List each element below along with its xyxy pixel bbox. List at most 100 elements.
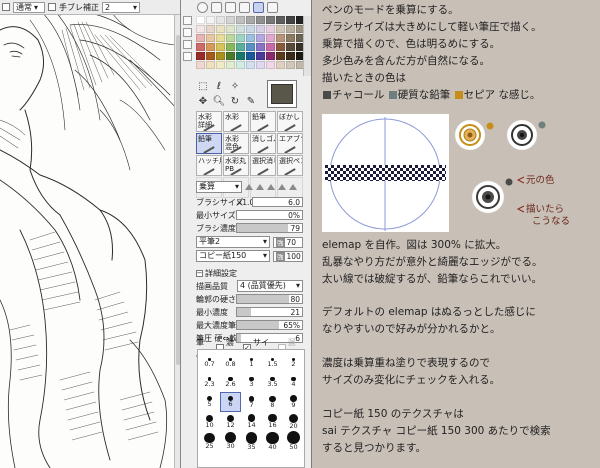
- color-swatch[interactable]: [256, 43, 265, 51]
- brush-tool[interactable]: 水彩: [223, 111, 249, 132]
- rgb-slider-tab[interactable]: [211, 2, 222, 13]
- size-preset[interactable]: 35: [241, 431, 262, 451]
- canvas-scrollbar[interactable]: [174, 15, 180, 468]
- size-preset[interactable]: 1.5: [262, 353, 283, 373]
- color-swatch[interactable]: [246, 25, 255, 33]
- size-preset[interactable]: 0.8: [220, 353, 241, 373]
- color-swatch[interactable]: [216, 43, 225, 51]
- color-swatch[interactable]: [276, 61, 285, 69]
- color-swatch[interactable]: [236, 43, 245, 51]
- brush-tool[interactable]: ぼかし: [277, 111, 303, 132]
- brush-shape-select[interactable]: 平筆2 ▾: [196, 236, 270, 248]
- scratch-tab[interactable]: [267, 2, 278, 13]
- color-swatch[interactable]: [216, 61, 225, 69]
- swatch-tab[interactable]: [253, 2, 264, 13]
- brush-tool[interactable]: 水彩丸 PB: [223, 155, 249, 176]
- brush-tool[interactable]: 水彩 詳細: [196, 111, 222, 132]
- color-swatch[interactable]: [206, 43, 215, 51]
- color-swatch[interactable]: [276, 43, 285, 51]
- color-swatch[interactable]: [226, 16, 235, 24]
- brush-blend-select[interactable]: 乗算 ▾: [196, 180, 242, 193]
- brush-tool[interactable]: 水彩 混色: [223, 133, 249, 154]
- lasso-icon[interactable]: ℓ: [212, 80, 226, 93]
- zoom-icon[interactable]: 🔍︎: [212, 95, 226, 108]
- color-swatch[interactable]: [196, 25, 205, 33]
- color-wheel-tab[interactable]: [197, 2, 208, 13]
- color-swatch[interactable]: [286, 61, 295, 69]
- color-swatch[interactable]: [196, 34, 205, 42]
- hardness-slider[interactable]: 80: [236, 294, 303, 304]
- color-swatch[interactable]: [266, 43, 275, 51]
- texture-select[interactable]: コピー紙150 ▾: [196, 250, 270, 262]
- magic-wand-icon[interactable]: ✧: [228, 80, 242, 93]
- stabilizer-dropdown[interactable]: 2 ▾: [102, 1, 140, 13]
- size-preset[interactable]: 20: [283, 412, 304, 432]
- color-swatch[interactable]: [226, 34, 235, 42]
- foreground-color-preview[interactable]: [267, 80, 297, 108]
- brush-shape-icon[interactable]: [245, 183, 253, 190]
- color-swatch[interactable]: [236, 61, 245, 69]
- side-toggle-2[interactable]: [183, 28, 192, 37]
- color-swatch[interactable]: [196, 52, 205, 60]
- blend-mode-dropdown[interactable]: 通常 ▾: [13, 1, 45, 13]
- color-swatch[interactable]: [266, 52, 275, 60]
- color-swatch[interactable]: [246, 61, 255, 69]
- brush-tool[interactable]: 消しゴム: [250, 133, 276, 154]
- size-preset[interactable]: 10: [199, 412, 220, 432]
- size-preset[interactable]: 5: [199, 392, 220, 412]
- color-swatch[interactable]: [276, 34, 285, 42]
- color-swatch[interactable]: [256, 25, 265, 33]
- color-swatch[interactable]: [266, 16, 275, 24]
- color-swatch[interactable]: [236, 16, 245, 24]
- color-swatch[interactable]: [276, 52, 285, 60]
- color-swatch[interactable]: [226, 43, 235, 51]
- size-preset[interactable]: 2.3: [199, 373, 220, 393]
- color-swatch[interactable]: [236, 25, 245, 33]
- color-swatch[interactable]: [246, 34, 255, 42]
- size-preset[interactable]: 2: [283, 353, 304, 373]
- collapse-icon[interactable]: −: [196, 269, 203, 277]
- rotate-icon[interactable]: ↻: [228, 95, 242, 108]
- color-swatch[interactable]: [256, 52, 265, 60]
- hsv-slider-tab[interactable]: [225, 2, 236, 13]
- brush-shape-strength[interactable]: 強 70: [273, 236, 303, 248]
- color-swatch[interactable]: [276, 25, 285, 33]
- color-swatch[interactable]: [206, 16, 215, 24]
- color-swatch[interactable]: [286, 43, 295, 51]
- detail-settings-header[interactable]: − 詳細設定: [196, 268, 303, 278]
- side-toggle-1[interactable]: [183, 16, 192, 25]
- color-swatch[interactable]: [216, 52, 225, 60]
- size-preset[interactable]: 40: [262, 431, 283, 451]
- side-toggle-3[interactable]: [183, 40, 192, 49]
- size-preset[interactable]: 8: [262, 392, 283, 412]
- color-swatch[interactable]: [206, 61, 215, 69]
- size-preset[interactable]: 16: [262, 412, 283, 432]
- color-swatch[interactable]: [216, 25, 225, 33]
- color-swatch[interactable]: [226, 61, 235, 69]
- stabilizer-checkbox[interactable]: [48, 3, 56, 11]
- color-swatch[interactable]: [276, 16, 285, 24]
- brush-tool[interactable]: 選択ペン: [277, 155, 303, 176]
- color-swatch[interactable]: [286, 16, 295, 24]
- color-swatch[interactable]: [236, 34, 245, 42]
- toolbar-checkbox[interactable]: [2, 3, 10, 11]
- size-preset[interactable]: 0.7: [199, 353, 220, 373]
- color-swatch[interactable]: [196, 61, 205, 69]
- color-swatch[interactable]: [206, 25, 215, 33]
- eyedropper-icon[interactable]: ✎: [244, 95, 258, 108]
- brush-tool[interactable]: ハッチ用: [196, 155, 222, 176]
- size-preset[interactable]: 2.6: [220, 373, 241, 393]
- size-preset[interactable]: 12: [220, 412, 241, 432]
- brush-shape-icon[interactable]: [278, 183, 286, 190]
- size-preset[interactable]: 30: [220, 431, 241, 451]
- texture-strength[interactable]: 強 100: [273, 250, 303, 262]
- color-swatch[interactable]: [266, 25, 275, 33]
- color-swatch[interactable]: [226, 25, 235, 33]
- color-swatch[interactable]: [206, 52, 215, 60]
- size-preset[interactable]: 14: [241, 412, 262, 432]
- max-density-pressure-slider[interactable]: 65%: [236, 320, 303, 330]
- size-preset[interactable]: 1: [241, 353, 262, 373]
- canvas-area[interactable]: 通常 ▾ 手ブレ補正 2 ▾: [0, 0, 181, 468]
- color-swatch[interactable]: [246, 52, 255, 60]
- brush-tool[interactable]: 選択消し: [250, 155, 276, 176]
